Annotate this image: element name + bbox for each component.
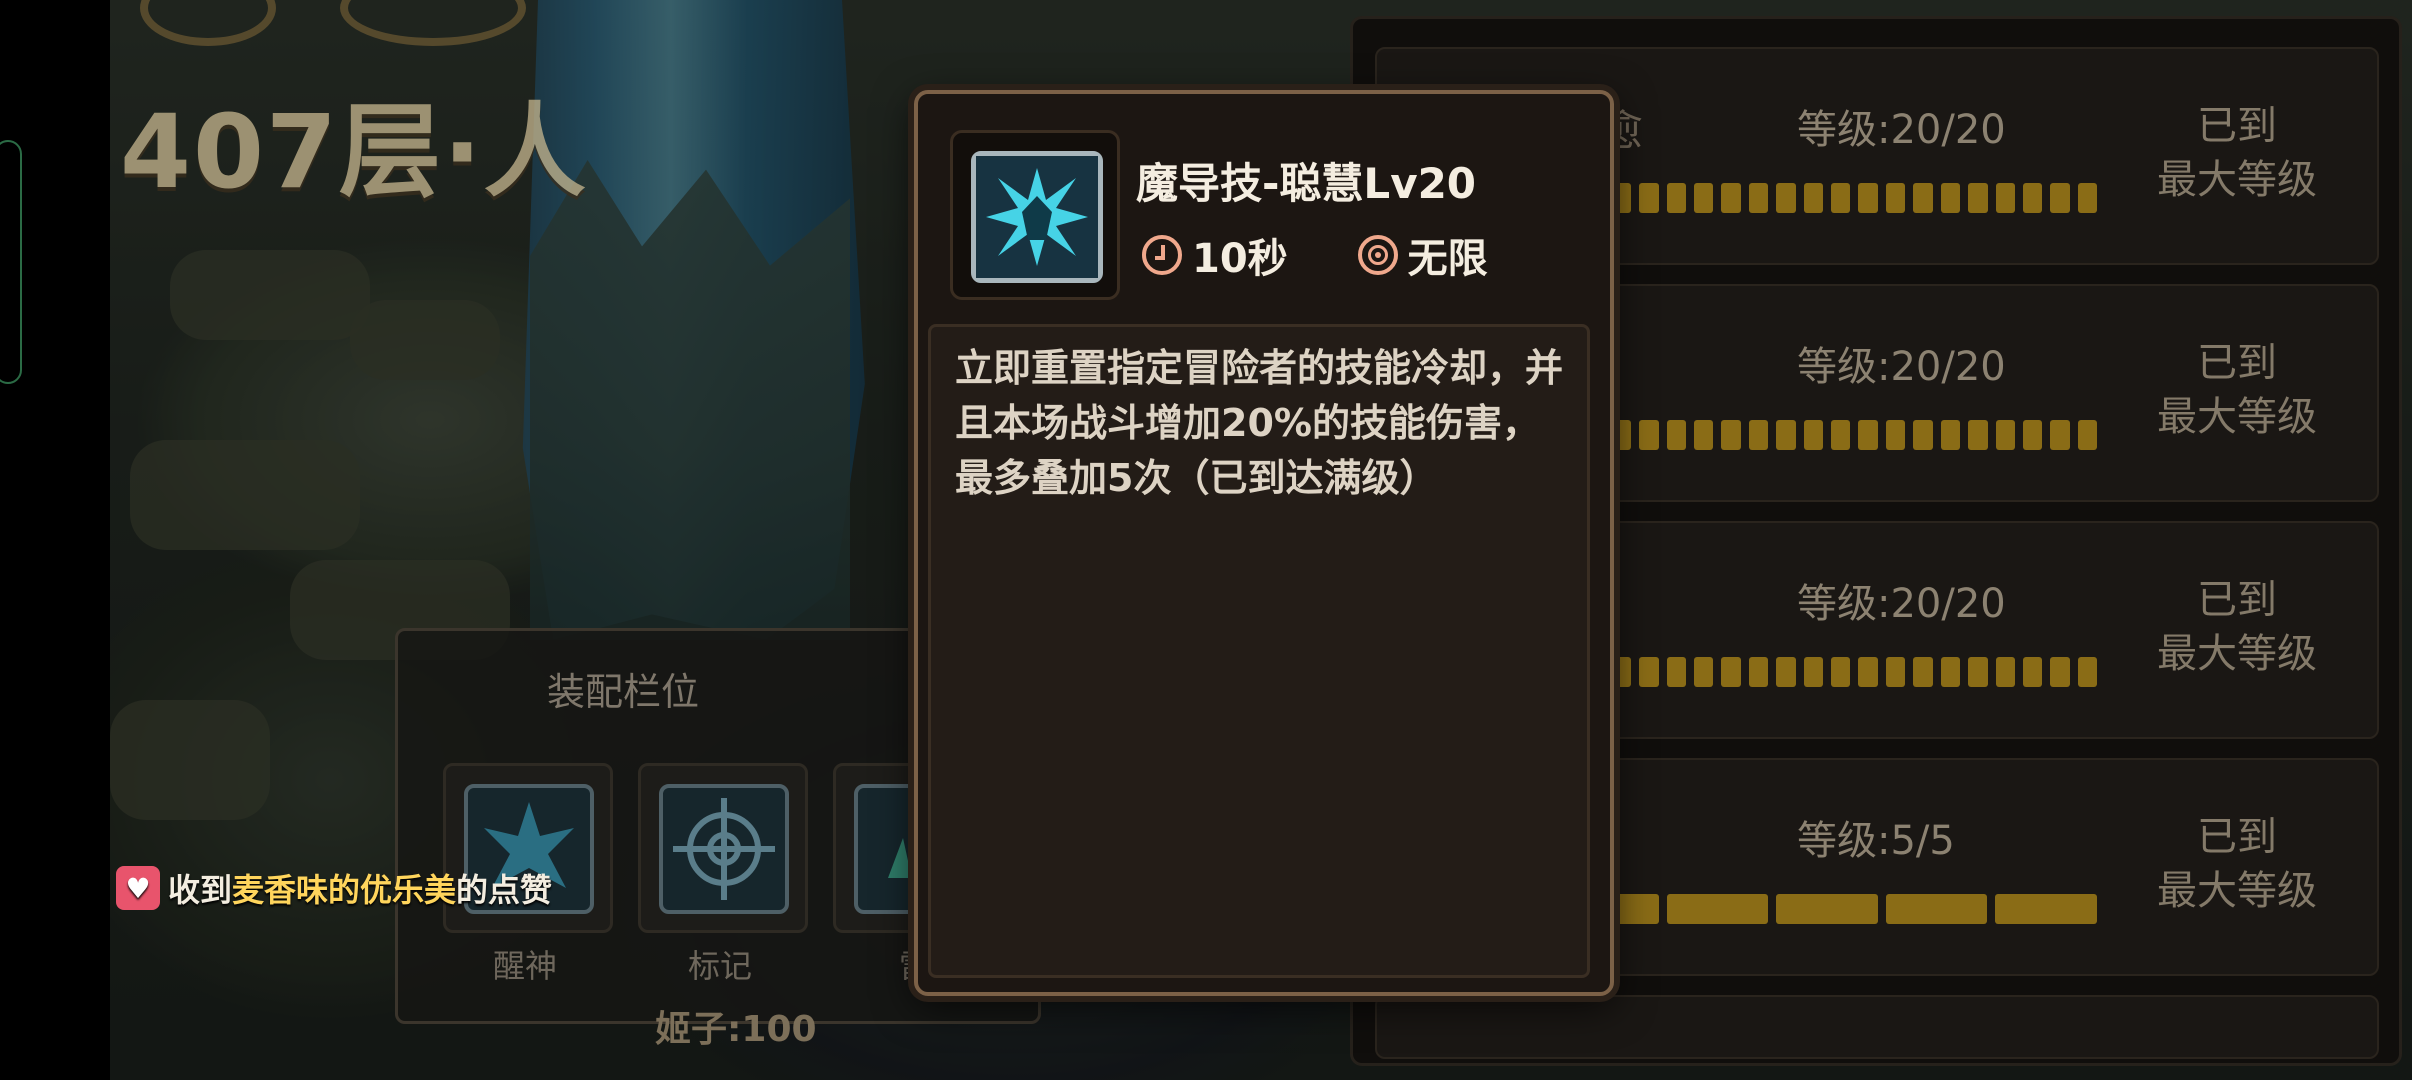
burst-star-icon bbox=[971, 151, 1103, 283]
level-segment bbox=[1885, 420, 1906, 450]
clock-icon bbox=[1142, 235, 1182, 275]
level-segment bbox=[1913, 183, 1933, 213]
level-segment bbox=[1885, 894, 1988, 924]
level-segment bbox=[1666, 894, 1769, 924]
level-segment bbox=[1913, 657, 1933, 687]
level-segment bbox=[2077, 420, 2098, 450]
level-segment bbox=[1803, 420, 1824, 450]
level-segment bbox=[1611, 183, 1632, 213]
level-segment bbox=[1666, 657, 1687, 687]
level-segment bbox=[1913, 420, 1933, 450]
level-bar bbox=[1557, 183, 2098, 213]
level-segment bbox=[1995, 894, 2097, 924]
notice-prefix: 收到 bbox=[168, 871, 233, 909]
cooldown-value: 10秒 bbox=[1192, 236, 1288, 282]
level-segment bbox=[1831, 657, 1851, 687]
level-segment bbox=[1639, 183, 1659, 213]
level-segment bbox=[1639, 657, 1659, 687]
level-segment bbox=[1995, 183, 2015, 213]
level-segment bbox=[1639, 420, 1659, 450]
max-level-label: 已到 最大等级 bbox=[2157, 103, 2317, 203]
level-segment bbox=[1885, 183, 1906, 213]
level-segment bbox=[1776, 657, 1796, 687]
range-value: 无限 bbox=[1407, 236, 1488, 282]
level-segment bbox=[2077, 183, 2098, 213]
level-segment bbox=[2077, 657, 2098, 687]
level-segment bbox=[1721, 420, 1741, 450]
skill-row[interactable] bbox=[1375, 995, 2379, 1059]
level-segment bbox=[1666, 420, 1687, 450]
level-segment bbox=[1748, 420, 1769, 450]
level-segment bbox=[1721, 657, 1741, 687]
level-segment bbox=[1995, 657, 2015, 687]
level-segment bbox=[1694, 657, 1714, 687]
level-segment bbox=[1666, 183, 1687, 213]
skill-detail-name: 魔导技-聪慧Lv20 bbox=[1136, 159, 1477, 208]
level-segment bbox=[1968, 420, 1988, 450]
level-segment bbox=[1858, 657, 1878, 687]
max-level-label: 已到 最大等级 bbox=[2157, 340, 2317, 440]
level-segment bbox=[2050, 420, 2070, 450]
heart-icon: ♥ bbox=[116, 866, 160, 910]
level-segment bbox=[1885, 657, 1906, 687]
notice-suffix: 的点赞 bbox=[456, 871, 553, 909]
level-segment bbox=[1748, 657, 1769, 687]
skill-detail-icon bbox=[950, 130, 1120, 300]
level-segment bbox=[1776, 420, 1796, 450]
level-segment bbox=[1611, 657, 1632, 687]
equip-slot-2[interactable] bbox=[638, 763, 808, 933]
level-segment bbox=[1776, 183, 1796, 213]
skill-level: 等级:20/20 bbox=[1797, 107, 2006, 153]
skill-detail-meta: 10秒 无限 bbox=[1142, 226, 1488, 284]
crosshair-icon bbox=[659, 784, 789, 914]
level-segment bbox=[1940, 183, 1961, 213]
equip-slot-label: 醒神 bbox=[492, 947, 557, 985]
equip-slot-label: 标记 bbox=[687, 947, 752, 985]
level-segment bbox=[1721, 183, 1741, 213]
skill-detail-popup: 魔导技-聪慧Lv20 10秒 无限 立即重置指定冒险者的技能冷却，并且本场战斗增… bbox=[914, 90, 1614, 996]
level-segment bbox=[2022, 183, 2043, 213]
level-bar bbox=[1557, 657, 2098, 687]
level-segment bbox=[1858, 420, 1878, 450]
target-icon bbox=[1357, 235, 1398, 275]
skill-level: 等级:20/20 bbox=[1797, 581, 2006, 627]
skill-description-box: 立即重置指定冒险者的技能冷却，并且本场战斗增加20%的技能伤害，最多叠加5次（已… bbox=[928, 324, 1590, 978]
like-notice: ♥ 收到 麦香味的优乐美 的点赞 bbox=[116, 866, 552, 910]
floor-title: 407层·人 bbox=[120, 93, 588, 212]
level-segment bbox=[1694, 420, 1714, 450]
skill-level: 等级:5/5 bbox=[1797, 818, 1955, 864]
level-segment bbox=[1940, 657, 1961, 687]
level-segment bbox=[2022, 657, 2043, 687]
max-level-label: 已到 最大等级 bbox=[2157, 814, 2317, 914]
level-segment bbox=[1803, 657, 1824, 687]
level-bar bbox=[1557, 420, 2098, 450]
level-segment bbox=[1831, 420, 1851, 450]
equip-title: 装配栏位 bbox=[546, 670, 699, 714]
level-segment bbox=[1694, 183, 1714, 213]
level-segment bbox=[2022, 420, 2043, 450]
level-segment bbox=[1748, 183, 1769, 213]
side-handle[interactable] bbox=[0, 140, 22, 384]
level-segment bbox=[2050, 183, 2070, 213]
level-segment bbox=[1611, 420, 1632, 450]
skill-description: 立即重置指定冒险者的技能冷却，并且本场战斗增加20%的技能伤害，最多叠加5次（已… bbox=[955, 346, 1564, 500]
level-segment bbox=[1831, 183, 1851, 213]
level-segment bbox=[1995, 420, 2015, 450]
level-segment bbox=[1968, 657, 1988, 687]
level-segment bbox=[1858, 183, 1878, 213]
coin-counter: 姬子:100 bbox=[655, 1009, 817, 1050]
level-segment bbox=[2050, 657, 2070, 687]
level-segment bbox=[1968, 183, 1988, 213]
level-bar bbox=[1557, 894, 2097, 924]
level-segment bbox=[1803, 183, 1824, 213]
max-level-label: 已到 最大等级 bbox=[2157, 577, 2317, 677]
notice-user: 麦香味的优乐美 bbox=[232, 871, 457, 909]
level-segment bbox=[1940, 420, 1961, 450]
level-segment bbox=[1776, 894, 1878, 924]
skill-level: 等级:20/20 bbox=[1797, 344, 2006, 390]
